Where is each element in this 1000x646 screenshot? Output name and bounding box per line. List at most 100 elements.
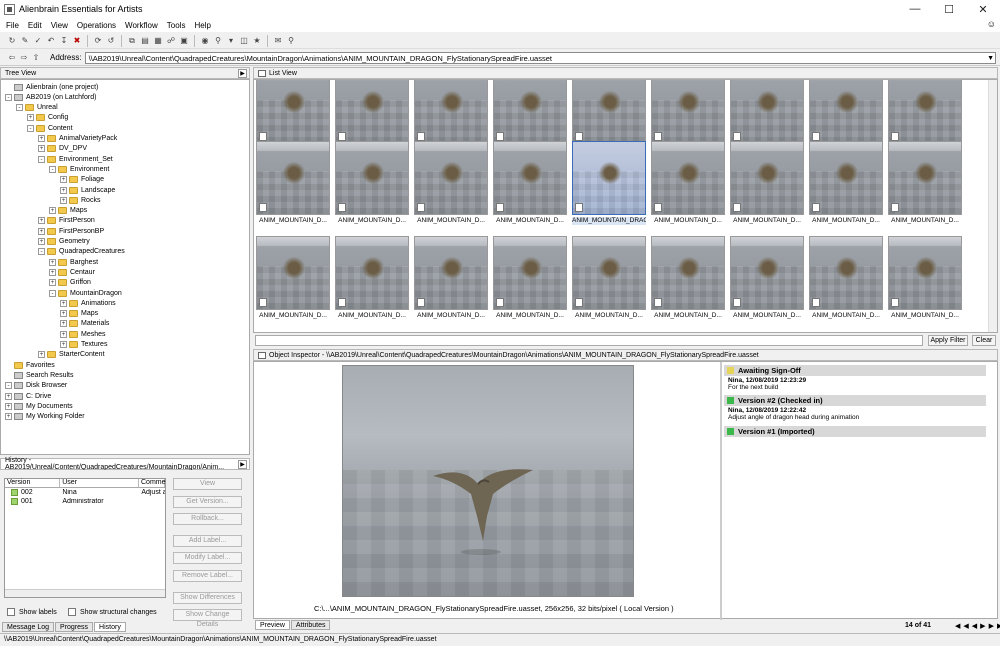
asset-tile[interactable]: ANIM_MOUNTAIN_D...	[256, 236, 330, 322]
table-row[interactable]: 002 Nina Adjust a	[5, 488, 165, 497]
tree-item[interactable]: + Materials	[60, 319, 109, 329]
chevron-down-icon[interactable]: ▼	[987, 53, 994, 64]
asset-tile[interactable]: ANIM_MOUNTAIN_D...	[335, 141, 409, 227]
tree-item[interactable]: + Geometry	[38, 237, 90, 247]
properties-icon[interactable]: ▤	[139, 35, 151, 47]
asset-tile[interactable]: ANIM_MOUNTAIN_D...	[651, 236, 725, 322]
show-change-details-button[interactable]: Show Change Details	[173, 609, 242, 628]
version-entry[interactable]: Version #2 (Checked in) Nina, 12/08/2019…	[724, 395, 986, 421]
asset-tile[interactable]: ANIM_MOUNTAIN_D...	[256, 141, 330, 227]
address-input[interactable]: \\AB2019\Unreal\Content\QuadrapedCreatur…	[84, 51, 996, 64]
search-icon[interactable]: ⚲	[212, 35, 224, 47]
tree-item[interactable]: - Environment_Set	[38, 154, 113, 164]
view-button[interactable]: View	[173, 478, 242, 490]
close-icon[interactable]: ✕	[966, 3, 1000, 16]
import-icon[interactable]: ↧	[58, 35, 70, 47]
show-structural-checkbox[interactable]: Show structural changes	[68, 608, 157, 616]
refresh-icon[interactable]: ⟳	[92, 35, 104, 47]
asset-tile[interactable]: ANIM_MOUNTAIN_D...	[493, 236, 567, 322]
asset-tile[interactable]: ANIM_MOUNTAIN_D...	[572, 236, 646, 322]
get-latest-icon[interactable]: ↻	[6, 35, 18, 47]
expand-icon[interactable]: +	[38, 227, 45, 235]
menu-tools[interactable]: Tools	[167, 21, 186, 30]
tree-item[interactable]: + FirstPersonBP	[38, 226, 104, 236]
tree-item[interactable]: + Centaur	[49, 267, 95, 277]
asset-tile[interactable]: ANIM_MOUNTAIN_D...	[651, 141, 725, 227]
last-icon[interactable]: ▶▶	[989, 623, 1000, 630]
table-row[interactable]: 001 Administrator	[5, 497, 165, 506]
expand-icon[interactable]: +	[38, 351, 45, 359]
tree-item[interactable]: + Config	[27, 113, 68, 123]
asset-tile[interactable]: ANIM_MOUNTAIN_D...	[809, 236, 883, 322]
horizontal-scrollbar[interactable]	[5, 589, 165, 597]
collapse-icon[interactable]: -	[38, 248, 45, 256]
history-icon[interactable]: ↺	[105, 35, 117, 47]
tree-item[interactable]: + FirstPerson	[38, 216, 95, 226]
prev-icon[interactable]: ◀	[972, 623, 980, 630]
compare-icon[interactable]: ▦	[152, 35, 164, 47]
collapse-icon[interactable]: -	[5, 93, 12, 101]
asset-tile[interactable]: ANIM_MOUNTAIN_D...	[414, 236, 488, 322]
dropdown-arrow-icon[interactable]: ▾	[225, 35, 237, 47]
expand-icon[interactable]: +	[5, 392, 12, 400]
tree-item[interactable]: + Textures	[60, 340, 107, 350]
tab-progress[interactable]: Progress	[55, 622, 94, 632]
tree-item[interactable]: + StarterContent	[38, 350, 105, 360]
asset-tile[interactable]: ANIM_MOUNTAIN_D...	[809, 141, 883, 227]
forward-icon[interactable]: ⇨	[18, 52, 30, 64]
back-icon[interactable]: ⇦	[6, 52, 18, 64]
tree-item[interactable]: Search Results	[5, 370, 73, 380]
expand-icon[interactable]: +	[38, 145, 45, 153]
menu-edit[interactable]: Edit	[28, 21, 42, 30]
asset-tile[interactable]: ANIM_MOUNTAIN_D...	[888, 141, 962, 227]
check-in-icon[interactable]: ✓	[32, 35, 44, 47]
rollback-button[interactable]: Rollback...	[173, 513, 242, 525]
apply-filter-button[interactable]: Apply Filter	[928, 335, 968, 346]
tab-message-log[interactable]: Message Log	[2, 622, 55, 632]
find-icon[interactable]: ⚲	[285, 35, 297, 47]
expand-icon[interactable]: +	[5, 413, 12, 421]
tree-item[interactable]: + My Documents	[5, 401, 73, 411]
column-comment[interactable]: Comme	[139, 479, 166, 487]
tree-item[interactable]: + DV_DPV	[38, 144, 87, 154]
expand-icon[interactable]: +	[49, 258, 56, 266]
collapse-icon[interactable]: -	[49, 165, 56, 173]
tree-item[interactable]: + C: Drive	[5, 391, 51, 401]
next-icon[interactable]: ▶	[980, 623, 988, 630]
up-folder-icon[interactable]: ⇧	[30, 52, 42, 64]
collapse-icon[interactable]: -	[49, 289, 56, 297]
show-differences-button[interactable]: Show Differences	[173, 592, 242, 604]
expand-icon[interactable]: +	[38, 238, 45, 245]
checkbox-box[interactable]	[7, 608, 15, 616]
menu-operations[interactable]: Operations	[77, 21, 116, 30]
tree-item[interactable]: - QuadrapedCreatures	[38, 247, 125, 257]
checkbox-box[interactable]	[68, 608, 76, 616]
tree-item[interactable]: + My Working Folder	[5, 412, 85, 422]
show-labels-checkbox[interactable]: Show labels	[7, 608, 57, 616]
expand-icon[interactable]: +	[60, 341, 67, 348]
menu-view[interactable]: View	[51, 21, 68, 30]
tab-attributes[interactable]: Attributes	[290, 620, 331, 630]
tab-history[interactable]: History	[94, 622, 126, 632]
tree-item[interactable]: + Griffon	[49, 278, 91, 288]
tree-item[interactable]: + Barghest	[49, 257, 98, 267]
tree-item[interactable]: - Environment	[49, 164, 109, 174]
asset-tile[interactable]: ANIM_MOUNTAIN_D...	[493, 141, 567, 227]
get-version-button[interactable]: Get Version...	[173, 496, 242, 508]
clear-button[interactable]: Clear	[972, 335, 996, 346]
expand-icon[interactable]: +	[60, 310, 67, 318]
asset-tile[interactable]: ANIM_MOUNTAIN_D...	[730, 141, 804, 227]
expand-icon[interactable]: +	[60, 330, 67, 338]
tree-item[interactable]: + Meshes	[60, 329, 106, 339]
tree-item[interactable]: - Disk Browser	[5, 381, 67, 391]
undo-checkout-icon[interactable]: ↶	[45, 35, 57, 47]
chevron-right-icon[interactable]: ▶	[238, 460, 247, 469]
column-version[interactable]: Version	[5, 479, 61, 487]
vertical-scrollbar[interactable]	[988, 80, 997, 332]
tree-item[interactable]: Favorites	[5, 360, 55, 370]
asset-tile[interactable]: ANIM_MOUNTAIN_D...	[888, 236, 962, 322]
expand-icon[interactable]: +	[38, 135, 45, 142]
version-entry[interactable]: Version #1 (Imported)	[724, 426, 986, 437]
menu-help[interactable]: Help	[194, 21, 210, 30]
tree-item[interactable]: + Rocks	[60, 195, 100, 205]
